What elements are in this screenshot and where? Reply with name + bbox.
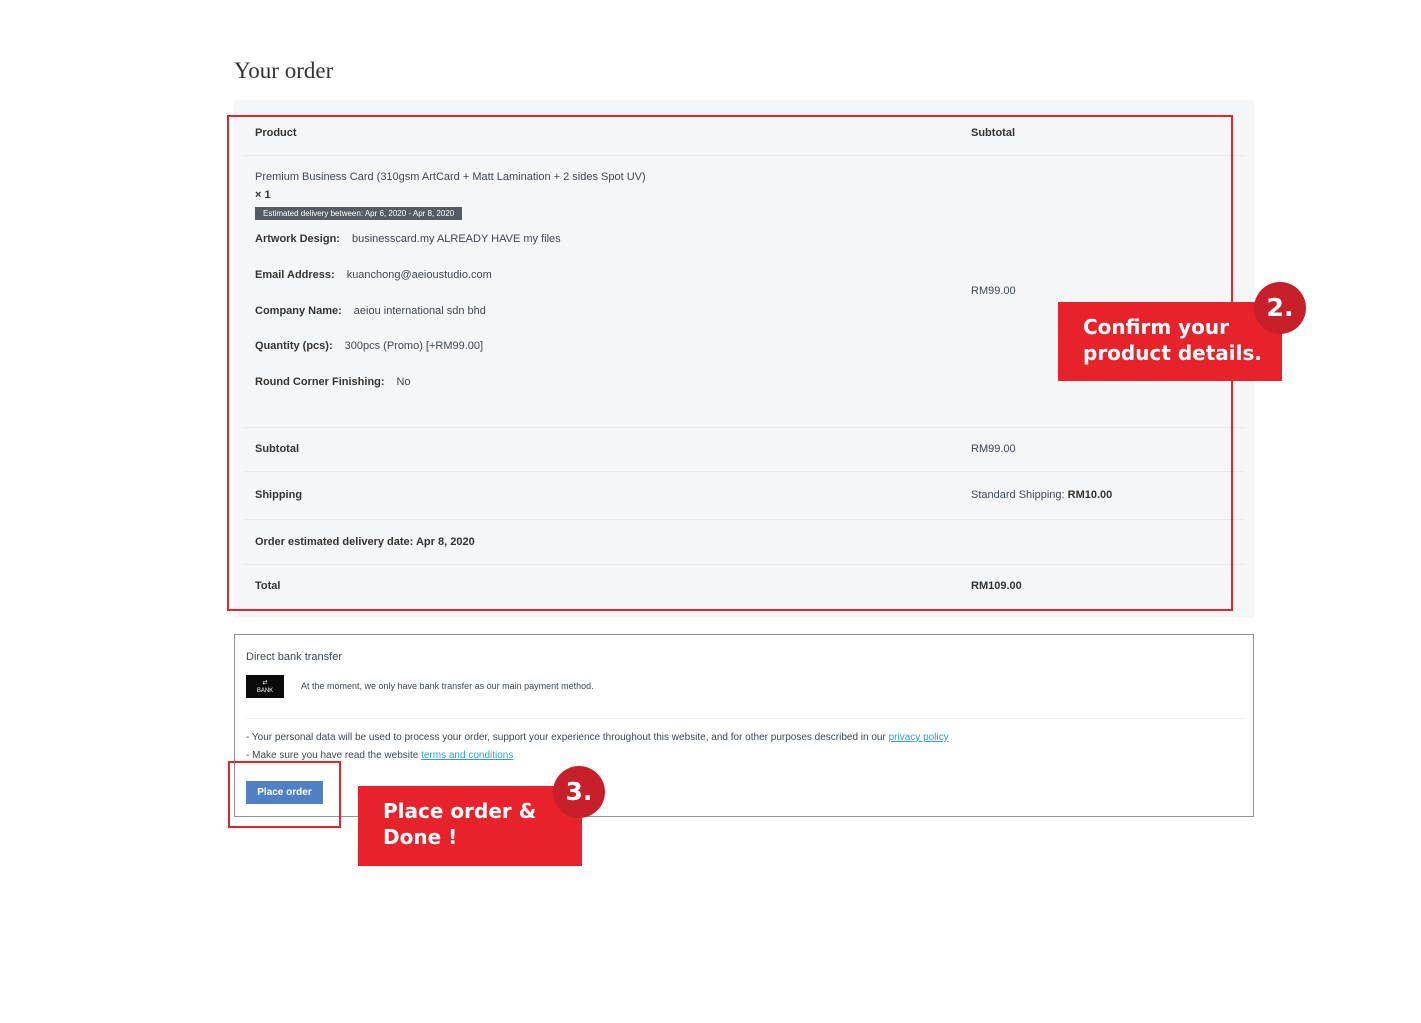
page-title: Your order	[234, 58, 334, 83]
step-3-badge: 3.	[553, 766, 605, 818]
confirm-details-callout: Confirm your product details.	[1058, 302, 1282, 381]
privacy-policy-link[interactable]: privacy policy	[889, 732, 949, 743]
bank-logo-icon: ⇄ BANK	[246, 675, 284, 698]
payment-description: At the moment, we only have bank transfe…	[301, 681, 594, 691]
terms-notice: - Make sure you have read the website te…	[246, 750, 514, 761]
payment-method-title: Direct bank transfer	[246, 651, 342, 663]
place-order-highlight-frame	[228, 761, 341, 828]
privacy-notice: - Your personal data will be used to pro…	[246, 732, 949, 743]
terms-link[interactable]: terms and conditions	[421, 750, 513, 761]
step-2-badge: 2.	[1254, 282, 1306, 334]
place-order-callout: Place order & Done !	[358, 786, 582, 866]
payment-divider	[245, 718, 1245, 719]
